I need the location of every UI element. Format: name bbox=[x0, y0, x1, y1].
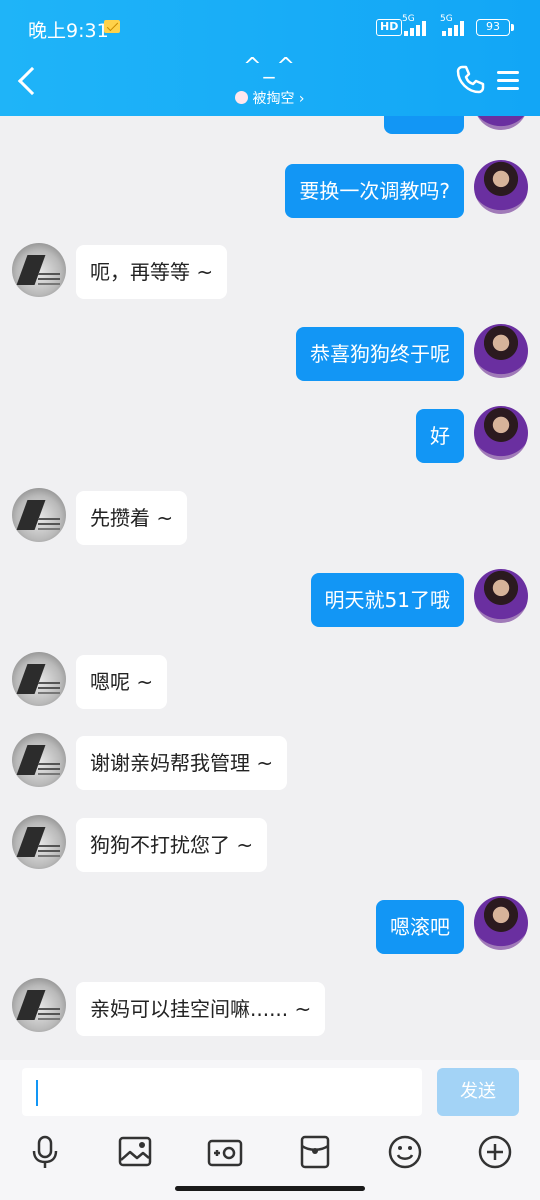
home-indicator[interactable] bbox=[175, 1186, 365, 1191]
contact-avatar[interactable] bbox=[12, 733, 66, 787]
message-bubble[interactable]: 嗯滚吧 bbox=[376, 900, 464, 954]
my-avatar[interactable] bbox=[474, 324, 528, 378]
mail-icon bbox=[104, 20, 120, 33]
message-bubble[interactable]: 好 bbox=[416, 409, 464, 463]
message-bubble[interactable]: 明天就51了哦 bbox=[310, 573, 464, 627]
image-icon[interactable] bbox=[117, 1134, 153, 1170]
chat-header: 晚上9:31 HD 5G 5G 93 ^_^ 被掏空 › bbox=[0, 0, 540, 116]
hd-icon: HD bbox=[376, 19, 403, 36]
my-avatar[interactable] bbox=[474, 116, 528, 130]
message-bubble[interactable]: 恭喜狗狗终于呢 bbox=[296, 327, 464, 381]
signal-icon-1 bbox=[404, 20, 430, 36]
battery-icon: 93 bbox=[476, 19, 514, 36]
message-bubble[interactable]: 要换一次调教吗? bbox=[285, 164, 464, 218]
my-avatar[interactable] bbox=[474, 569, 528, 623]
emoji-icon[interactable] bbox=[387, 1134, 423, 1170]
status-emoji-icon bbox=[235, 91, 249, 104]
phone-call-icon[interactable] bbox=[454, 64, 486, 96]
message-bubble-partial[interactable] bbox=[384, 116, 464, 134]
red-packet-icon[interactable] bbox=[297, 1134, 333, 1170]
chevron-right-icon: › bbox=[298, 91, 305, 107]
message-bubble[interactable]: 谢谢亲妈帮我管理 ~ bbox=[76, 736, 288, 790]
subtitle-text: 被掏空 bbox=[252, 91, 295, 107]
message-bubble[interactable]: 先攒着 ~ bbox=[76, 491, 188, 545]
text-caret bbox=[36, 1080, 38, 1106]
contact-avatar[interactable] bbox=[12, 652, 66, 706]
contact-avatar[interactable] bbox=[12, 243, 66, 297]
send-button[interactable]: 发送 bbox=[437, 1068, 519, 1116]
camera-icon[interactable] bbox=[207, 1134, 243, 1170]
message-bubble[interactable]: 狗狗不打扰您了 ~ bbox=[76, 818, 268, 872]
signal-icon-2 bbox=[442, 20, 468, 36]
contact-avatar[interactable] bbox=[12, 978, 66, 1032]
message-input[interactable] bbox=[22, 1068, 422, 1116]
message-bubble[interactable]: 呃，再等等 ~ bbox=[76, 245, 228, 299]
my-avatar[interactable] bbox=[474, 160, 528, 214]
contact-avatar[interactable] bbox=[12, 488, 66, 542]
message-bubble[interactable]: 嗯呢 ~ bbox=[76, 655, 168, 709]
input-area: 发送 bbox=[0, 1060, 540, 1200]
my-avatar[interactable] bbox=[474, 896, 528, 950]
status-time: 晚上9:31 bbox=[28, 20, 109, 42]
status-bar: 晚上9:31 HD 5G 5G 93 bbox=[0, 0, 540, 50]
contact-avatar[interactable] bbox=[12, 815, 66, 869]
mic-icon[interactable] bbox=[27, 1134, 63, 1170]
menu-icon[interactable] bbox=[494, 66, 526, 98]
my-avatar[interactable] bbox=[474, 406, 528, 460]
plus-icon[interactable] bbox=[477, 1134, 513, 1170]
message-bubble[interactable]: 亲妈可以挂空间嘛...... ~ bbox=[76, 982, 326, 1036]
message-list[interactable]: 要换一次调教吗? 呃，再等等 ~ 恭喜狗狗终于呢 好 先攒着 ~ 明天就51了哦… bbox=[0, 116, 540, 1060]
